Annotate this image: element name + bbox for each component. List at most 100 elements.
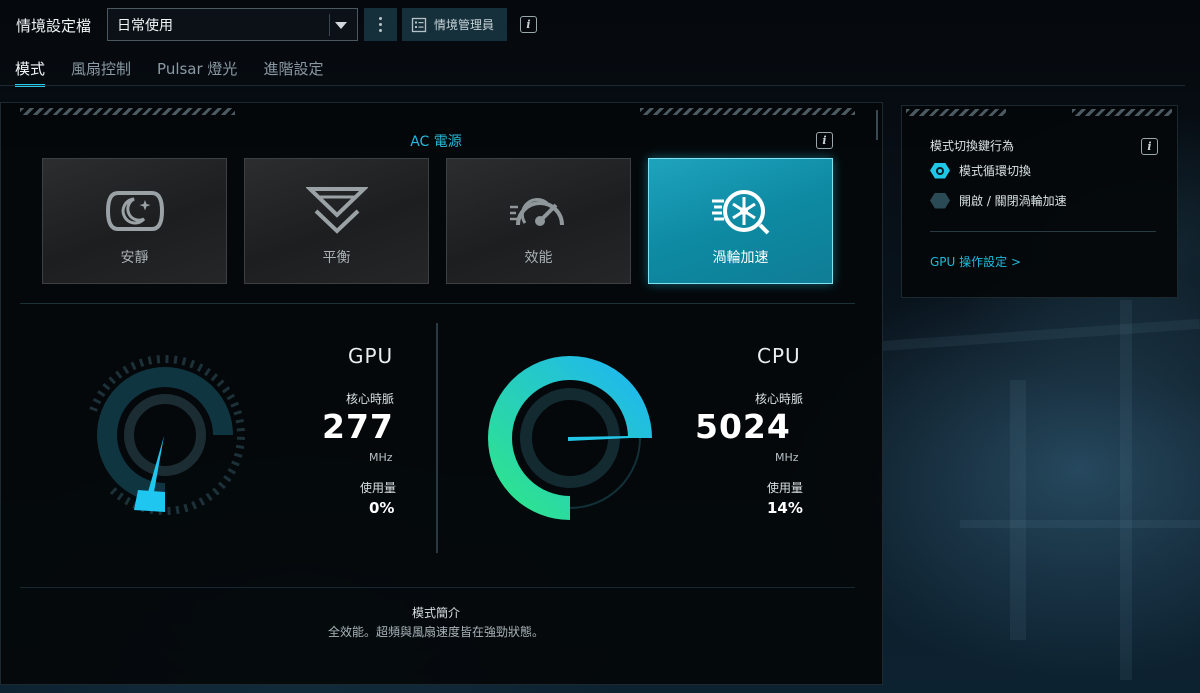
side-divider [930,231,1156,232]
turbo-fan-icon [711,190,769,235]
top-bar: 情境設定檔 日常使用 情境管理員 i [0,0,1200,50]
panel-corner-decoration [862,640,880,658]
info-icon[interactable]: i [816,132,833,149]
gpu-gauge-tick [216,379,225,387]
more-options-button[interactable] [364,8,397,41]
gpu-gauge-tick [189,359,196,369]
mode-card-balanced[interactable]: 平衡 [244,158,429,284]
gpu-gauge-tick [138,358,145,367]
tab-pulsar-lighting[interactable]: Pulsar 燈光 [157,58,237,86]
panel-hatch-decoration [640,108,855,115]
panel-hatch-decoration [1072,109,1172,116]
tab-advanced-settings[interactable]: 進階設定 [263,58,323,86]
cpu-usage-label: 使用量 [767,481,804,495]
balance-chevron-icon [305,187,368,234]
gpu-gauge-tick [191,500,198,510]
gpu-gauge-tick [217,481,226,490]
gpu-gauge-tick [130,361,137,371]
mode-label-turbo: 渦輪加速 [712,250,769,266]
profile-dropdown-value: 日常使用 [117,17,173,34]
gpu-gauge-tick [109,487,118,495]
gpu-gauge-tick [183,503,189,513]
mode-card-quiet[interactable]: 安靜 [42,158,227,284]
gpu-usage-value: 0% [369,499,395,517]
gpu-gauge-tick [223,475,232,483]
cpu-usage-value: 14% [767,499,803,517]
gpu-gauge-tick [221,386,231,394]
info-icon[interactable]: i [1141,138,1158,155]
section-divider [20,303,855,304]
cpu-clock-label: 核心時脈 [755,392,804,406]
gpu-gauge-tick [212,487,220,496]
gpu-gauge-tick [115,370,123,379]
gpu-gauge-tick [235,444,245,449]
main-tabs: 模式 風扇控制 Pulsar 燈光 進階設定 [15,58,349,87]
gpu-gauge-tick [205,492,213,502]
gpu-gauge-tick [147,356,153,365]
gpu-gauge-tick [235,418,244,424]
gpu-gauge-tick [198,497,206,506]
mode-label-quiet: 安靜 [120,250,149,266]
mode-description-text: 全效能。超頻與風扇速度皆在強勁狀態。 [327,625,544,639]
gpu-gauge-tick [226,393,236,401]
gpu-gauge-tick [230,401,239,408]
turbo-toggle-label: 開啟 / 關閉渦輪加速 [959,194,1067,208]
gpu-gauge-tick [108,376,117,385]
mode-card-turbo[interactable]: 渦輪加速 [648,158,833,284]
gpu-gauge-tick [173,355,178,364]
cpu-gauge [488,356,652,520]
gauge-divider [436,323,438,553]
list-document-icon [411,17,427,32]
gpu-clock-value: 277 [322,407,394,446]
profile-manager-label: 情境管理員 [434,18,495,32]
gpu-gauge-tick [231,460,240,467]
moon-shield-icon [105,191,164,231]
radio-unselected-icon [930,192,950,209]
mode-label-balanced: 平衡 [322,250,351,266]
gpu-gauge-tick [102,382,111,391]
gpu-gauge-tick [236,427,245,432]
gpu-gauge-tick [92,397,102,405]
profile-manager-button[interactable]: 情境管理員 [402,8,507,41]
turbo-toggle-option[interactable]: 開啟 / 關閉渦輪加速 [930,192,1067,209]
info-icon[interactable]: i [520,16,537,33]
gpu-gauge-tick [227,468,237,475]
gpu-gauge-tick [89,406,98,412]
cpu-clock-value: 5024 [695,407,791,446]
gpu-gauge-fill [134,490,165,512]
gpu-gauge-tick [124,496,131,506]
power-source-label: AC 電源 [410,134,462,150]
speedometer-icon [509,198,564,226]
more-dot-icon [379,29,382,32]
cpu-gauge-needle [568,436,630,441]
chevron-down-icon [329,14,351,36]
tab-mode[interactable]: 模式 [15,58,46,87]
gpu-gauge-tick [116,492,124,501]
gpu-clock-label: 核心時脈 [346,392,395,406]
mode-card-performance[interactable]: 效能 [446,158,631,284]
gpu-usage-label: 使用量 [360,481,397,495]
gpu-gauge-tick [196,363,204,372]
gpu-gauge-tick [175,505,180,515]
gpu-clock-unit: MHz [369,451,393,464]
more-dot-icon [379,17,382,20]
profile-dropdown[interactable]: 日常使用 [107,8,358,41]
more-dot-icon [379,23,382,26]
mode-key-title: 模式切換鍵行為 [930,139,1015,153]
gpu-gauge-tick [204,367,211,377]
mode-cycle-label: 模式循環切換 [959,164,1032,178]
gpu-gauge-inner-ring [124,394,206,476]
gpu-settings-link[interactable]: GPU 操作設定 > [930,253,1021,270]
mode-description-title: 模式簡介 [411,606,460,620]
tabs-divider [0,85,1185,86]
cpu-clock-unit: MHz [775,451,799,464]
tab-fan-control[interactable]: 風扇控制 [71,58,131,86]
gpu-gauge-tick [210,373,219,382]
section-divider [20,587,855,588]
cpu-title: CPU [757,344,801,368]
gpu-gauge-tick [122,365,130,375]
mode-cycle-option[interactable]: 模式循環切換 [930,162,1031,179]
gpu-gauge-tick [233,452,243,458]
gpu-gauge-tick [156,355,161,364]
radio-selected-icon [930,162,950,179]
